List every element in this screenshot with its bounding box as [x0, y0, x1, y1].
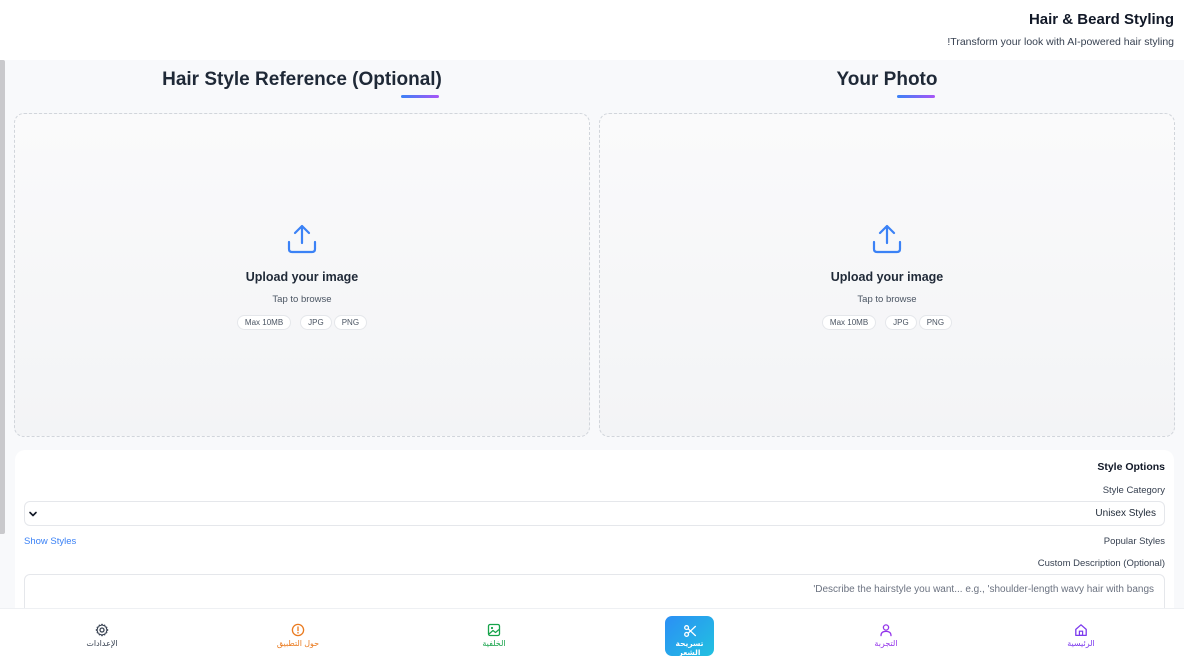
photo-title: Your Photo	[836, 69, 938, 90]
style-category-value: Unisex Styles	[1095, 508, 1156, 519]
size-limit-chip: Max 10MB	[821, 315, 877, 330]
reference-title: Hair Style Reference (Optional)	[162, 69, 442, 90]
info-icon	[291, 623, 305, 637]
popular-styles-label: Popular Styles	[1103, 536, 1165, 547]
scrollbar[interactable]	[0, 60, 5, 534]
upload-icon	[872, 224, 902, 254]
scissors-icon	[683, 625, 696, 637]
style-options-card: Style Options Style Category Unisex Styl…	[15, 450, 1174, 608]
custom-description-input[interactable]	[24, 574, 1165, 608]
nav-item-about[interactable]: حول التطبيق	[238, 609, 358, 662]
size-limit-chip: Max 10MB	[236, 315, 292, 330]
app-title: Hair & Beard Styling	[1028, 11, 1174, 28]
format-chip-png: PNG	[918, 315, 953, 330]
nav-item-settings[interactable]: الإعدادات	[42, 609, 162, 662]
upload-format-chips: Max 10MB JPG PNG	[600, 315, 1174, 330]
nav-label-home: الرئيسية	[1067, 639, 1095, 648]
image-icon	[487, 623, 501, 637]
nav-item-background[interactable]: الخلفية	[434, 609, 554, 662]
show-styles-link[interactable]: Show Styles	[24, 536, 76, 547]
app-subtitle: Transform your look with AI-powered hair…	[947, 36, 1174, 48]
photo-upload-dropzone[interactable]: Upload your image Tap to browse Max 10MB…	[599, 113, 1175, 437]
format-chip-jpg: JPG	[885, 315, 917, 330]
upload-title: Upload your image	[830, 270, 944, 284]
nav-label-hair: تسريحة الشعر	[675, 639, 704, 657]
upload-hint: Tap to browse	[272, 294, 332, 305]
bottom-navigation: الإعدادات حول التطبيق الخلفية تسريحة الش…	[0, 608, 1184, 662]
photo-title-underline	[897, 95, 935, 98]
upload-format-chips: Max 10MB JPG PNG	[15, 315, 589, 330]
upload-hint: Tap to browse	[857, 294, 917, 305]
upload-icon	[287, 224, 317, 254]
home-icon	[1075, 624, 1087, 637]
reference-upload-dropzone[interactable]: Upload your image Tap to browse Max 10MB…	[14, 113, 590, 437]
style-category-label: Style Category	[1102, 485, 1165, 496]
nav-label-about: حول التطبيق	[276, 639, 320, 648]
format-chip-jpg: JPG	[300, 315, 332, 330]
nav-item-hair-active[interactable]: تسريحة الشعر	[665, 616, 714, 657]
chevron-down-icon	[29, 511, 37, 517]
nav-item-tryon[interactable]: التجربة	[826, 609, 946, 662]
custom-description-label: Custom Description (Optional)	[1037, 558, 1165, 569]
gear-icon	[95, 623, 109, 637]
style-category-select[interactable]: Unisex Styles	[24, 501, 1165, 526]
nav-label-tryon: التجربة	[874, 639, 898, 648]
reference-title-underline	[401, 95, 439, 98]
app-header: Hair & Beard Styling Transform your look…	[0, 0, 1184, 60]
format-chip-png: PNG	[333, 315, 368, 330]
nav-label-background: الخلفية	[482, 639, 506, 648]
style-options-heading: Style Options	[1097, 461, 1165, 473]
nav-label-settings: الإعدادات	[86, 639, 118, 648]
main-content: Hair Style Reference (Optional) Upload y…	[0, 60, 1184, 608]
upload-title: Upload your image	[245, 270, 359, 284]
user-icon	[880, 624, 892, 637]
nav-item-home[interactable]: الرئيسية	[1021, 609, 1141, 662]
